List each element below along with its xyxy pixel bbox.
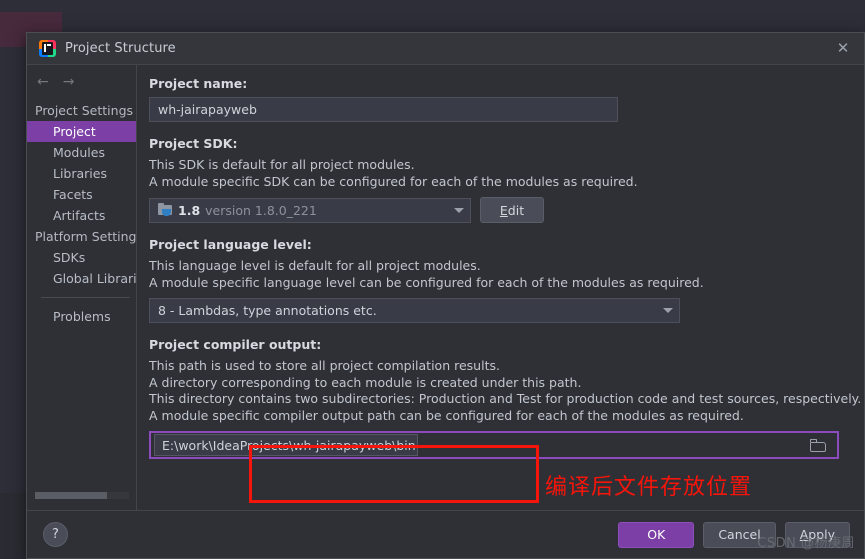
project-sdk-desc-line2: A module specific SDK can be configured … (149, 173, 638, 189)
dialog-body: ← → Project Settings Project Modules Lib… (27, 65, 864, 510)
language-level-controls: 8 - Lambdas, type annotations etc. (149, 298, 848, 323)
language-level-dropdown[interactable]: 8 - Lambdas, type annotations etc. (149, 298, 680, 323)
language-level-desc-line2: A module specific language level can be … (149, 274, 704, 290)
sidebar-item-facets[interactable]: Facets (27, 184, 136, 205)
edit-button-mnemonic: E (499, 202, 508, 218)
compiler-output-path-row[interactable]: E:\work\IdeaProjects\wh-jairapayweb\bin (149, 431, 839, 459)
settings-sidebar: ← → Project Settings Project Modules Lib… (27, 65, 137, 510)
sidebar-divider (41, 297, 130, 298)
sidebar-item-sdks[interactable]: SDKs (27, 247, 136, 268)
settings-tree: Project Settings Project Modules Librari… (27, 98, 136, 510)
language-level-section: Project language level: This language le… (149, 237, 848, 323)
folder-browse-icon[interactable] (810, 438, 826, 452)
intellij-idea-icon (39, 40, 56, 57)
help-button[interactable]: ? (43, 522, 68, 547)
project-sdk-dropdown[interactable]: 1.8 version 1.8.0_221 (149, 197, 471, 223)
compiler-output-section: Project compiler output: This path is us… (149, 337, 862, 459)
sidebar-item-problems[interactable]: Problems (27, 306, 136, 327)
compiler-output-path-value: E:\work\IdeaProjects\wh-jairapayweb\bin (162, 437, 416, 453)
project-sdk-desc-line1: This SDK is default for all project modu… (149, 157, 415, 172)
project-sdk-section: Project SDK: This SDK is default for all… (149, 136, 848, 223)
sidebar-item-artifacts[interactable]: Artifacts (27, 205, 136, 226)
close-icon[interactable]: ✕ (826, 35, 860, 63)
project-sdk-version: 1.8 (178, 202, 201, 218)
sidebar-group-project-settings: Project Settings (35, 103, 134, 118)
project-name-section: Project name: wh-jairapayweb (149, 76, 848, 122)
dialog-footer: ? OK Cancel Apply (27, 510, 864, 558)
edit-sdk-button[interactable]: Edit (480, 197, 544, 223)
sidebar-nav-arrows: ← → (27, 65, 136, 98)
compiler-output-desc-line4: A module specific compiler output path c… (149, 407, 744, 423)
chevron-down-icon[interactable] (454, 207, 464, 213)
csdn-watermark: CSDN @杨庚周 (757, 536, 855, 551)
sidebar-group-platform-settings: Platform Settings (35, 229, 136, 244)
project-name-input[interactable]: wh-jairapayweb (149, 97, 618, 122)
sidebar-item-project[interactable]: Project (27, 121, 136, 142)
chevron-down-icon[interactable] (663, 308, 673, 313)
ok-button[interactable]: OK (618, 521, 695, 548)
compiler-output-desc-line2: A directory corresponding to each module… (149, 374, 582, 390)
project-name-value: wh-jairapayweb (158, 102, 257, 117)
dialog-titlebar[interactable]: Project Structure ✕ (27, 33, 864, 65)
compiler-output-label: Project compiler output: (149, 337, 322, 352)
sidebar-scrollbar-thumb[interactable] (35, 492, 107, 499)
java-sdk-icon (158, 203, 172, 216)
language-level-value: 8 - Lambdas, type annotations etc. (158, 303, 377, 318)
sidebar-item-global-libraries[interactable]: Global Libraries (27, 268, 136, 289)
compiler-output-desc-line3: This directory contains two subdirectori… (149, 391, 862, 406)
project-sdk-detail: version 1.8.0_221 (205, 202, 317, 218)
annotation-note-text: 编译后文件存放位置 (545, 475, 753, 500)
language-level-label: Project language level: (149, 237, 312, 252)
background-left-strip (0, 47, 26, 493)
project-structure-dialog: Project Structure ✕ ← → Project Settings… (26, 32, 865, 559)
forward-arrow-icon[interactable]: → (63, 75, 75, 89)
edit-button-label: dit (507, 202, 525, 218)
project-sdk-controls: 1.8 version 1.8.0_221 Edit (149, 197, 848, 223)
dialog-title: Project Structure (65, 41, 176, 56)
sidebar-horizontal-scrollbar[interactable] (35, 492, 129, 499)
compiler-output-desc-line1: This path is used to store all project c… (149, 358, 500, 373)
back-arrow-icon[interactable]: ← (37, 75, 49, 89)
project-name-label: Project name: (149, 76, 248, 91)
sidebar-item-modules[interactable]: Modules (27, 142, 136, 163)
language-level-desc-line1: This language level is default for all p… (149, 258, 481, 273)
sidebar-item-libraries[interactable]: Libraries (27, 163, 136, 184)
compiler-output-path-input[interactable]: E:\work\IdeaProjects\wh-jairapayweb\bin (154, 434, 418, 456)
settings-content-pane: Project name: wh-jairapayweb Project SDK… (137, 65, 864, 510)
project-sdk-label: Project SDK: (149, 136, 238, 151)
